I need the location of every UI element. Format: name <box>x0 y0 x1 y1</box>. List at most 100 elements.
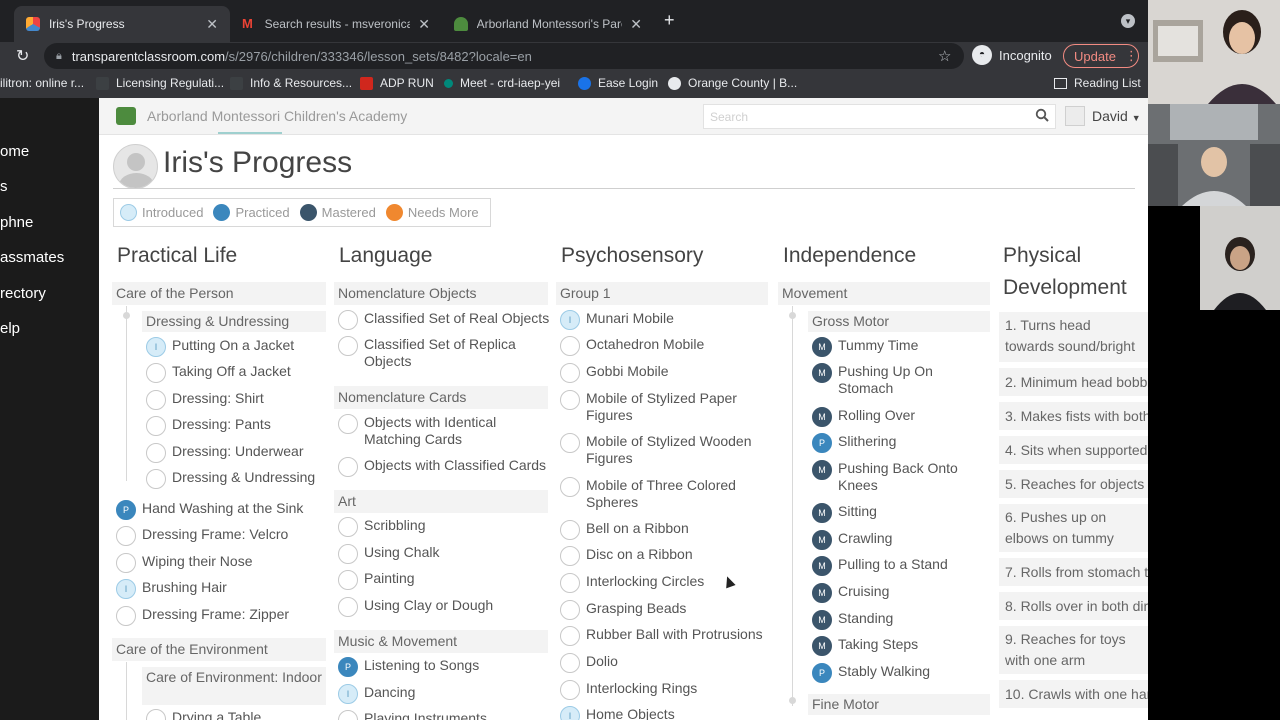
lesson-item[interactable]: I Putting On a Jacket <box>146 337 294 357</box>
participant-video[interactable] <box>1148 206 1280 310</box>
category-care-of-environment[interactable]: Care of the Environment <box>112 638 326 661</box>
lesson-item[interactable]: Dolio <box>560 653 618 673</box>
lesson-item[interactable]: P Slithering <box>812 433 896 453</box>
category-nomenclature-objects[interactable]: Nomenclature Objects <box>334 282 548 305</box>
lesson-item[interactable]: Disc on a Ribbon <box>560 546 693 566</box>
close-tab-icon[interactable]: ✕ <box>418 16 430 33</box>
search-icon[interactable] <box>1035 108 1049 122</box>
milestone-item[interactable]: 6. Pushes up on elbows on tummy <box>999 504 1148 552</box>
subcategory-fine-motor[interactable]: Fine Motor <box>808 694 990 715</box>
lesson-item[interactable]: M Taking Steps <box>812 636 918 656</box>
school-name[interactable]: Arborland Montessori Children's Academy <box>147 108 407 124</box>
milestone-item[interactable]: 4. Sits when supported <box>999 436 1148 464</box>
lesson-item[interactable]: Grasping Beads <box>560 600 686 620</box>
school-logo-icon[interactable] <box>116 107 136 125</box>
lesson-item[interactable]: Objects with Identical Matching Cards <box>338 414 544 448</box>
lock-icon[interactable]: 🔒︎ <box>56 50 62 63</box>
tab-gmail-search[interactable]: M Search results - msveronica@... ✕ <box>230 6 442 42</box>
lesson-item[interactable]: Classified Set of Replica Objects <box>338 336 544 370</box>
subcategory-dressing[interactable]: Dressing & Undressing <box>142 311 326 332</box>
lesson-item[interactable]: Mobile of Stylized Paper Figures <box>560 390 766 424</box>
lesson-item[interactable]: Bell on a Ribbon <box>560 520 689 540</box>
lesson-item[interactable]: Mobile of Stylized Wooden Figures <box>560 433 766 467</box>
milestone-item[interactable]: 3. Makes fists with both hands <box>999 402 1148 430</box>
lesson-item[interactable]: Painting <box>338 570 415 590</box>
lesson-item[interactable]: Using Clay or Dough <box>338 597 493 617</box>
user-menu[interactable]: David ▼ <box>1092 108 1141 124</box>
nav-item-help[interactable]: elp <box>0 320 20 337</box>
lesson-item[interactable]: M Crawling <box>812 530 892 550</box>
lesson-item[interactable]: Gobbi Mobile <box>560 363 669 383</box>
bookmark-item[interactable]: Info & Resources... <box>230 76 352 90</box>
nav-item-home[interactable]: ome <box>0 143 29 160</box>
lesson-item[interactable]: Drying a Table <box>146 709 261 720</box>
reload-icon[interactable]: ↻ <box>16 46 29 66</box>
tab-iris-progress[interactable]: Iris's Progress ✕ <box>14 6 230 42</box>
tab-arborland-parent[interactable]: Arborland Montessori's Parent... ✕ <box>442 6 654 42</box>
subcategory-gross-motor[interactable]: Gross Motor <box>808 311 990 332</box>
lesson-item[interactable]: Playing Instruments <box>338 710 487 720</box>
category-movement[interactable]: Movement <box>778 282 990 305</box>
bookmark-item[interactable]: Meet - crd-iaep-yei <box>444 76 560 90</box>
lesson-item[interactable]: Dressing: Pants <box>146 416 271 436</box>
category-group-1[interactable]: Group 1 <box>556 282 768 305</box>
lesson-item[interactable]: M Pushing Up On Stomach <box>812 363 978 397</box>
bookmark-star-icon[interactable]: ☆ <box>938 47 951 65</box>
lesson-item[interactable]: Dressing Frame: Zipper <box>116 606 289 626</box>
lesson-item[interactable]: Wiping their Nose <box>116 553 253 573</box>
milestone-item[interactable]: 8. Rolls over in both directions <box>999 592 1148 620</box>
bookmark-item[interactable]: Licensing Regulati... <box>96 76 224 90</box>
category-care-of-person[interactable]: Care of the Person <box>112 282 326 305</box>
update-button[interactable]: Update ⋮ <box>1063 44 1139 68</box>
lesson-item[interactable]: Using Chalk <box>338 544 439 564</box>
search-input[interactable]: Search <box>703 104 1056 129</box>
participant-video[interactable] <box>1148 104 1280 206</box>
milestone-item[interactable]: 9. Reaches for toys with one arm <box>999 626 1148 674</box>
category-art[interactable]: Art <box>334 490 548 513</box>
lesson-item[interactable]: M Pushing Back Onto Knees <box>812 460 978 494</box>
tab-search-icon[interactable]: ▾ <box>1121 14 1135 28</box>
close-tab-icon[interactable]: ✕ <box>206 16 218 33</box>
new-tab-icon[interactable]: + <box>664 10 675 31</box>
user-avatar[interactable] <box>1065 106 1085 126</box>
lesson-item[interactable]: M Sitting <box>812 503 877 523</box>
bookmark-item[interactable]: ilitron: online r... <box>0 76 84 90</box>
incognito-indicator[interactable]: ◓ Incognito <box>972 45 1052 65</box>
milestone-item[interactable]: 10. Crawls with one hand <box>999 680 1148 708</box>
lesson-item[interactable]: M Standing <box>812 610 893 630</box>
category-nomenclature-cards[interactable]: Nomenclature Cards <box>334 386 548 409</box>
lesson-item[interactable]: P Hand Washing at the Sink <box>116 500 303 520</box>
lesson-item[interactable]: Interlocking Circles <box>560 573 704 593</box>
milestone-item[interactable]: 5. Reaches for objects <box>999 470 1148 498</box>
bookmark-item[interactable]: ADP RUN <box>360 76 434 90</box>
lesson-item[interactable]: Scribbling <box>338 517 425 537</box>
lesson-item[interactable]: Octahedron Mobile <box>560 336 704 356</box>
bookmark-item[interactable]: Ease Login <box>578 76 658 90</box>
lesson-item[interactable]: I Dancing <box>338 684 415 704</box>
lesson-item[interactable]: Interlocking Rings <box>560 680 697 700</box>
lesson-item[interactable]: Classified Set of Real Objects <box>338 310 549 330</box>
reading-list-button[interactable]: Reading List <box>1054 76 1141 90</box>
lesson-item[interactable]: Dressing & Undressing <box>146 469 315 489</box>
lesson-item[interactable]: Mobile of Three Colored Spheres <box>560 477 766 511</box>
lesson-item[interactable]: P Stably Walking <box>812 663 930 683</box>
lesson-item[interactable]: Taking Off a Jacket <box>146 363 291 383</box>
lesson-item[interactable]: I Brushing Hair <box>116 579 227 599</box>
lesson-item[interactable]: Dressing: Shirt <box>146 390 264 410</box>
milestone-item[interactable]: 7. Rolls from stomach to back <box>999 558 1148 586</box>
milestone-item[interactable]: 2. Minimum head bobbing <box>999 368 1148 396</box>
lesson-item[interactable]: Rubber Ball with Protrusions <box>560 626 763 646</box>
close-tab-icon[interactable]: ✕ <box>630 16 642 33</box>
lesson-item[interactable]: M Pulling to a Stand <box>812 556 948 576</box>
nav-item[interactable]: s <box>0 178 8 195</box>
lesson-item[interactable]: M Tummy Time <box>812 337 918 357</box>
address-bar[interactable]: 🔒︎ transparentclassroom.com/s/2976/child… <box>44 43 964 69</box>
bookmark-item[interactable]: Orange County | B... <box>668 76 797 90</box>
nav-item-directory[interactable]: rectory <box>0 285 46 302</box>
lesson-item[interactable]: I Home Objects <box>560 706 675 720</box>
nav-item-classmates[interactable]: assmates <box>0 249 64 266</box>
lesson-item[interactable]: M Cruising <box>812 583 889 603</box>
participant-video[interactable] <box>1148 0 1280 104</box>
category-music-movement[interactable]: Music & Movement <box>334 630 548 653</box>
lesson-item[interactable]: Objects with Classified Cards <box>338 457 546 477</box>
